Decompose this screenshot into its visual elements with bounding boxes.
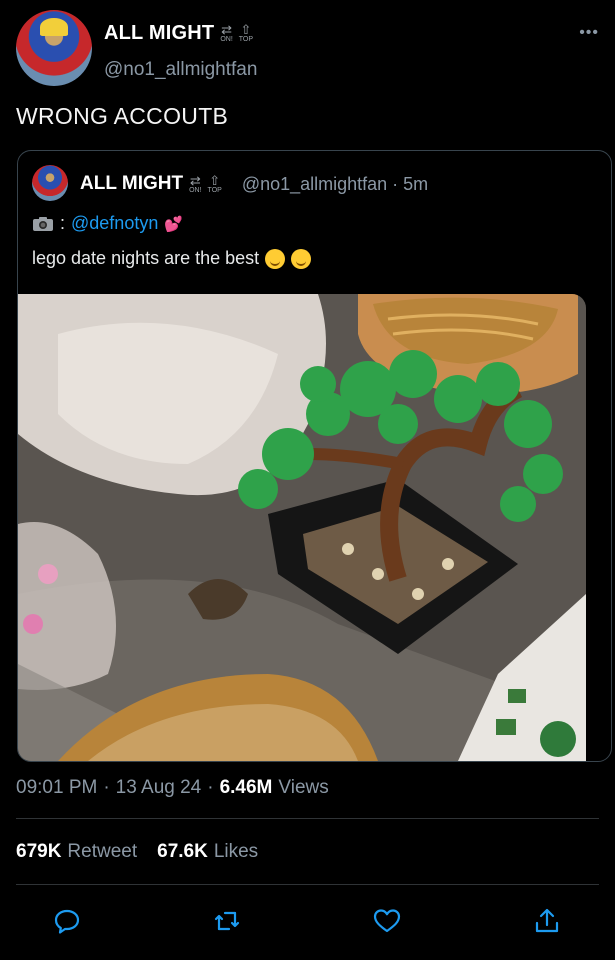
quoted-tweet[interactable]: ALL MIGHT ⇄ ON! ⇧ TOP @no1_allmightfan · 5… (17, 150, 612, 762)
views-count: 6.46M (219, 777, 273, 798)
camera-icon (33, 216, 53, 231)
meta-separator: · (103, 777, 110, 798)
likes-label: Likes (213, 841, 259, 862)
top-badge-icon: ⇧ TOP (238, 22, 254, 43)
on-badge-icon: ⇄ ON! (189, 172, 202, 194)
action-bar (0, 900, 615, 942)
author-display-name[interactable]: ALL MIGHT (104, 22, 214, 45)
smile-emoji-icon (265, 248, 286, 269)
retweets-count: 679K (16, 841, 62, 862)
heart-icon (373, 909, 401, 933)
quoted-text: lego date nights are the best (32, 248, 260, 268)
on-badge-icon: ⇄ ON! (220, 22, 233, 43)
retweets-label: Retweet (67, 841, 138, 862)
divider (16, 818, 599, 819)
quoted-header: ALL MIGHT ⇄ ON! ⇧ TOP @no1_allmightfan · 5… (80, 173, 428, 195)
more-options-icon[interactable]: ••• (579, 24, 599, 42)
tweet-photo[interactable] (18, 294, 586, 761)
tweet-header: ALL MIGHT ⇄ ON! ⇧ TOP @no1_allmightfan ••• (16, 10, 599, 90)
share-button[interactable] (530, 904, 564, 938)
quoted-display-name: ALL MIGHT (80, 173, 184, 194)
smile-emoji-icon (291, 248, 312, 269)
quoted-handle-time: @no1_allmightfan · 5m (241, 173, 429, 194)
avatar[interactable] (16, 10, 92, 86)
meta-separator: · (207, 777, 214, 798)
retweets-stat[interactable]: 679K Retweet (16, 841, 137, 863)
divider (16, 884, 599, 885)
mention-link[interactable]: @defnotyn (71, 213, 158, 234)
lego-bonsai-photo (18, 294, 586, 761)
credit-prefix: : (60, 213, 66, 233)
tweet-text: WRONG ACCOUTB (16, 103, 229, 129)
tweet-date[interactable]: 13 Aug 24 (116, 777, 202, 799)
photo-credit-line: : @defnotyn 💕 (32, 213, 183, 234)
reply-icon (54, 909, 80, 934)
views-label: Views (278, 777, 329, 798)
likes-count: 67.6K (157, 841, 208, 862)
top-badge-icon: ⇧ TOP (207, 172, 222, 194)
author-handle[interactable]: @no1_allmightfan (104, 59, 257, 81)
share-icon (535, 908, 559, 933)
tweet-time[interactable]: 09:01 PM (16, 777, 97, 799)
tweet-meta: 09:01 PM · 13 Aug 24 · 6.46M Views (16, 777, 329, 799)
like-button[interactable] (370, 904, 404, 938)
retweet-icon (214, 911, 240, 931)
reply-button[interactable] (50, 904, 84, 938)
engagement-stats: 679K Retweet 67.6K Likes (16, 841, 258, 863)
quoted-avatar (32, 165, 68, 201)
likes-stat[interactable]: 67.6K Likes (157, 841, 258, 863)
two-hearts-icon: 💕 (164, 215, 184, 233)
retweet-button[interactable] (210, 904, 244, 938)
author-name-row: ALL MIGHT ⇄ ON! ⇧ TOP (104, 22, 253, 45)
quoted-text-line: lego date nights are the best (32, 248, 312, 269)
